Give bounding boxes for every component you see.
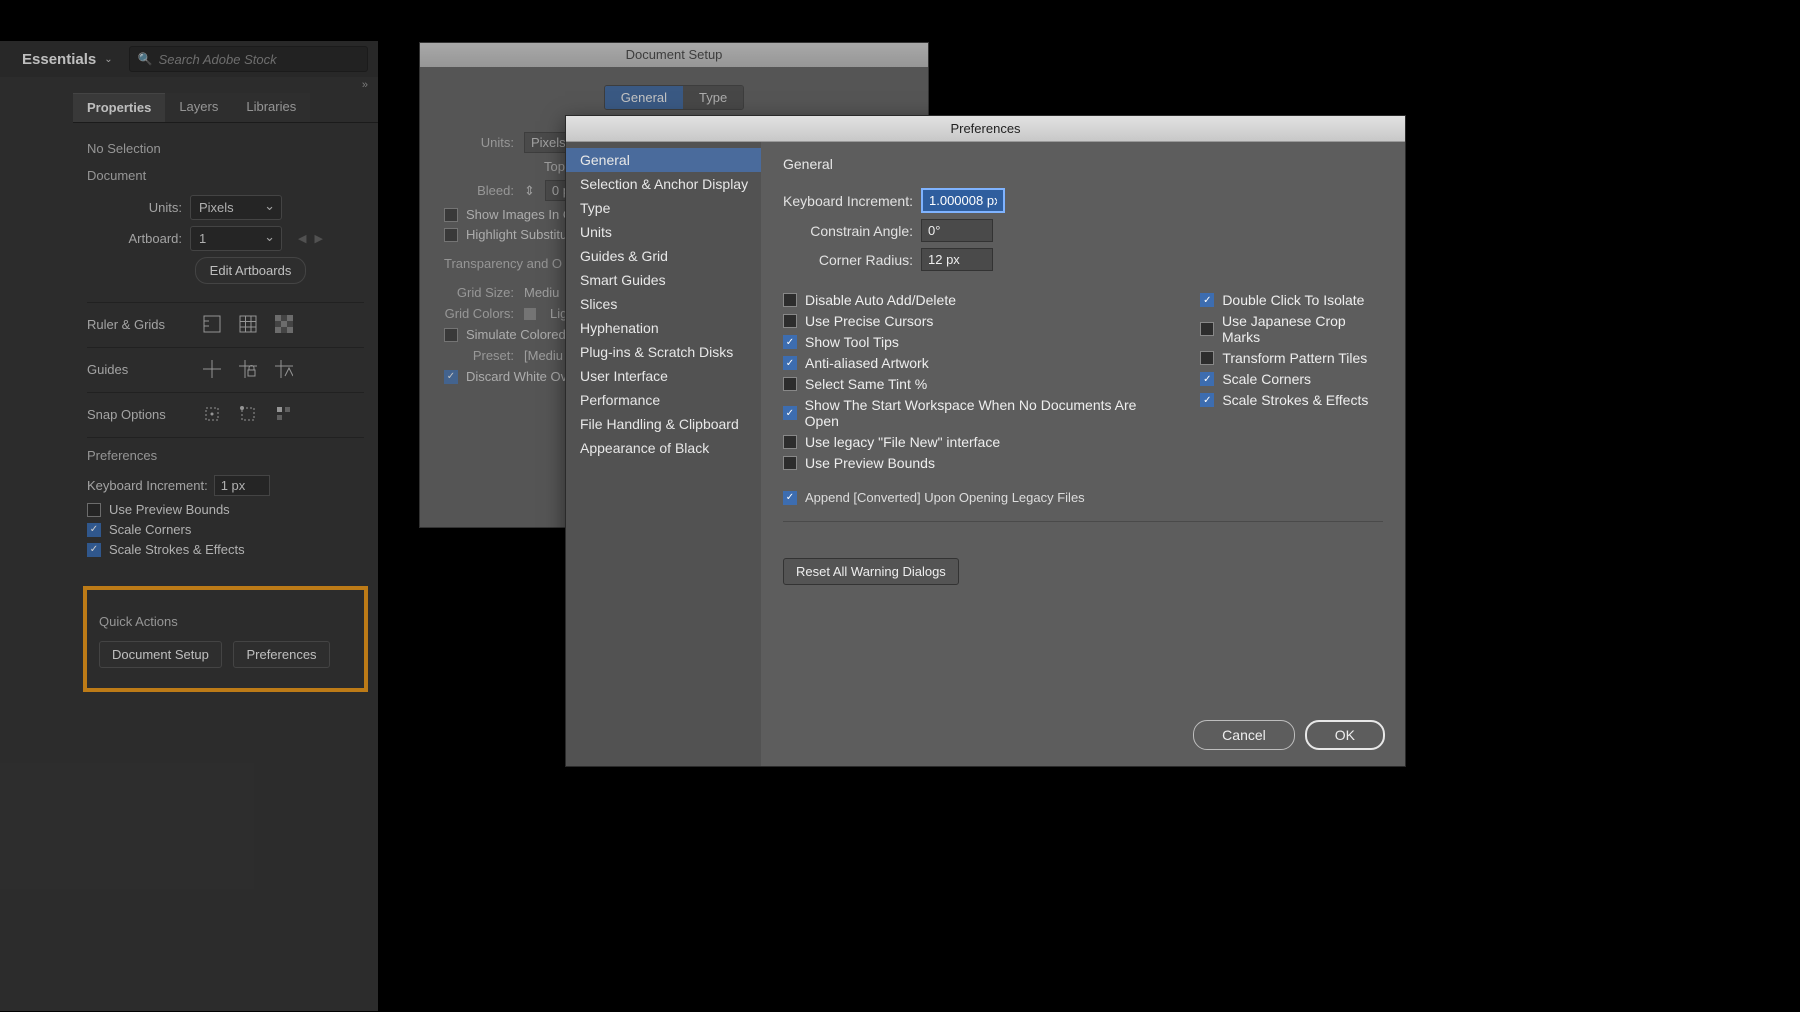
smart-guides-icon[interactable] (273, 358, 295, 380)
preferences-dialog: Preferences General Selection & Anchor D… (565, 115, 1406, 767)
pref-right-check-0[interactable]: ✓Double Click To Isolate (1200, 292, 1383, 308)
preferences-sidebar: General Selection & Anchor Display Type … (566, 142, 761, 766)
pref-cat-type[interactable]: Type (566, 196, 761, 220)
pref-cat-slices[interactable]: Slices (566, 292, 761, 316)
pref-right-check-3[interactable]: ✓Scale Corners (1200, 371, 1383, 387)
document-setup-button[interactable]: Document Setup (99, 641, 222, 668)
pref-kb-increment-input[interactable] (921, 188, 1005, 213)
search-placeholder: Search Adobe Stock (159, 52, 277, 67)
pref-left-check-6[interactable]: Use legacy "File New" interface (783, 434, 1164, 450)
pref-left-check-5[interactable]: ✓Show The Start Workspace When No Docume… (783, 397, 1164, 429)
pref-cat-plugins[interactable]: Plug-ins & Scratch Disks (566, 340, 761, 364)
workspace-bar: Essentials ⌄ 🔍 Search Adobe Stock (0, 41, 378, 77)
pref-heading: General (783, 156, 1383, 172)
workspace-name[interactable]: Essentials (22, 51, 96, 68)
artboard-label: Artboard: (87, 231, 182, 246)
units-label: Units: (87, 200, 182, 215)
use-preview-bounds-checkbox[interactable]: Use Preview Bounds (87, 502, 364, 517)
pref-cat-performance[interactable]: Performance (566, 388, 761, 412)
preferences-section-label: Preferences (87, 448, 364, 463)
guides-lock-icon[interactable] (237, 358, 259, 380)
pref-corner-input[interactable] (921, 248, 993, 271)
kb-increment-input[interactable] (214, 475, 270, 496)
tab-properties[interactable]: Properties (73, 93, 165, 122)
guides-show-icon[interactable] (201, 358, 223, 380)
pref-right-col: ✓Double Click To Isolate Use Japanese Cro… (1200, 287, 1383, 476)
pref-right-check-1[interactable]: Use Japanese Crop Marks (1200, 313, 1383, 345)
pref-append-legacy-check[interactable]: ✓Append [Converted] Upon Opening Legacy … (783, 490, 1383, 505)
pref-constrain-input[interactable] (921, 219, 993, 242)
scale-strokes-checkbox[interactable]: ✓Scale Strokes & Effects (87, 542, 364, 557)
kb-increment-label: Keyboard Increment: (87, 478, 208, 493)
pref-cat-black[interactable]: Appearance of Black (566, 436, 761, 460)
pref-cat-ui[interactable]: User Interface (566, 364, 761, 388)
no-selection-label: No Selection (87, 141, 364, 156)
quick-actions-highlight: Quick Actions Document Setup Preferences (83, 586, 368, 692)
pref-cat-selection[interactable]: Selection & Anchor Display (566, 172, 761, 196)
pref-left-check-3[interactable]: ✓Anti-aliased Artwork (783, 355, 1164, 371)
snap-pixel-icon[interactable] (201, 403, 223, 425)
units-select[interactable]: Pixels (190, 195, 282, 220)
pref-left-check-7[interactable]: Use Preview Bounds (783, 455, 1164, 471)
pref-cat-general[interactable]: General (566, 148, 761, 172)
reset-warnings-button[interactable]: Reset All Warning Dialogs (783, 558, 959, 585)
panel-body: No Selection Document Units: Pixels Artb… (73, 123, 378, 702)
scale-corners-checkbox[interactable]: ✓Scale Corners (87, 522, 364, 537)
cancel-button[interactable]: Cancel (1193, 720, 1295, 750)
ruler-grids-label: Ruler & Grids (87, 317, 187, 332)
document-section-label: Document (87, 168, 364, 183)
preferences-title: Preferences (566, 116, 1405, 142)
pref-cat-units[interactable]: Units (566, 220, 761, 244)
pref-cat-smart-guides[interactable]: Smart Guides (566, 268, 761, 292)
pref-left-check-2[interactable]: ✓Show Tool Tips (783, 334, 1164, 350)
quick-actions-label: Quick Actions (99, 614, 352, 629)
pref-left-check-1[interactable]: Use Precise Cursors (783, 313, 1164, 329)
properties-panel: Essentials ⌄ 🔍 Search Adobe Stock » Prop… (0, 41, 378, 1011)
snap-options-label: Snap Options (87, 407, 187, 422)
snap-point-icon[interactable] (237, 403, 259, 425)
tab-layers[interactable]: Layers (165, 93, 232, 122)
pref-right-check-4[interactable]: ✓Scale Strokes & Effects (1200, 392, 1383, 408)
expand-panel-icon[interactable]: » (0, 77, 378, 93)
pref-left-check-0[interactable]: Disable Auto Add/Delete (783, 292, 1164, 308)
chevron-down-icon[interactable]: ⌄ (104, 54, 112, 65)
snap-grid-icon[interactable] (273, 403, 295, 425)
artboard-select[interactable]: 1 (190, 226, 282, 251)
guides-label: Guides (87, 362, 187, 377)
pref-cat-guides[interactable]: Guides & Grid (566, 244, 761, 268)
tab-libraries[interactable]: Libraries (232, 93, 310, 122)
artboard-nav[interactable]: ◀▶ (294, 232, 327, 245)
grid-icon[interactable] (237, 313, 259, 335)
ok-button[interactable]: OK (1305, 720, 1385, 750)
ruler-icon[interactable] (201, 313, 223, 335)
pref-right-check-2[interactable]: Transform Pattern Tiles (1200, 350, 1383, 366)
pref-cat-hyphenation[interactable]: Hyphenation (566, 316, 761, 340)
search-input[interactable]: 🔍 Search Adobe Stock (129, 46, 368, 72)
transparency-grid-icon[interactable] (273, 313, 295, 335)
preferences-button[interactable]: Preferences (233, 641, 329, 668)
pref-cat-filehandling[interactable]: File Handling & Clipboard (566, 412, 761, 436)
edit-artboards-button[interactable]: Edit Artboards (195, 257, 307, 284)
search-icon: 🔍 (138, 52, 153, 66)
pref-left-check-4[interactable]: Select Same Tint % (783, 376, 1164, 392)
preferences-main: General Keyboard Increment: Constrain An… (761, 142, 1405, 766)
panel-tabs: Properties Layers Libraries (73, 93, 378, 123)
pref-left-col: Disable Auto Add/Delete Use Precise Curso… (783, 287, 1164, 476)
